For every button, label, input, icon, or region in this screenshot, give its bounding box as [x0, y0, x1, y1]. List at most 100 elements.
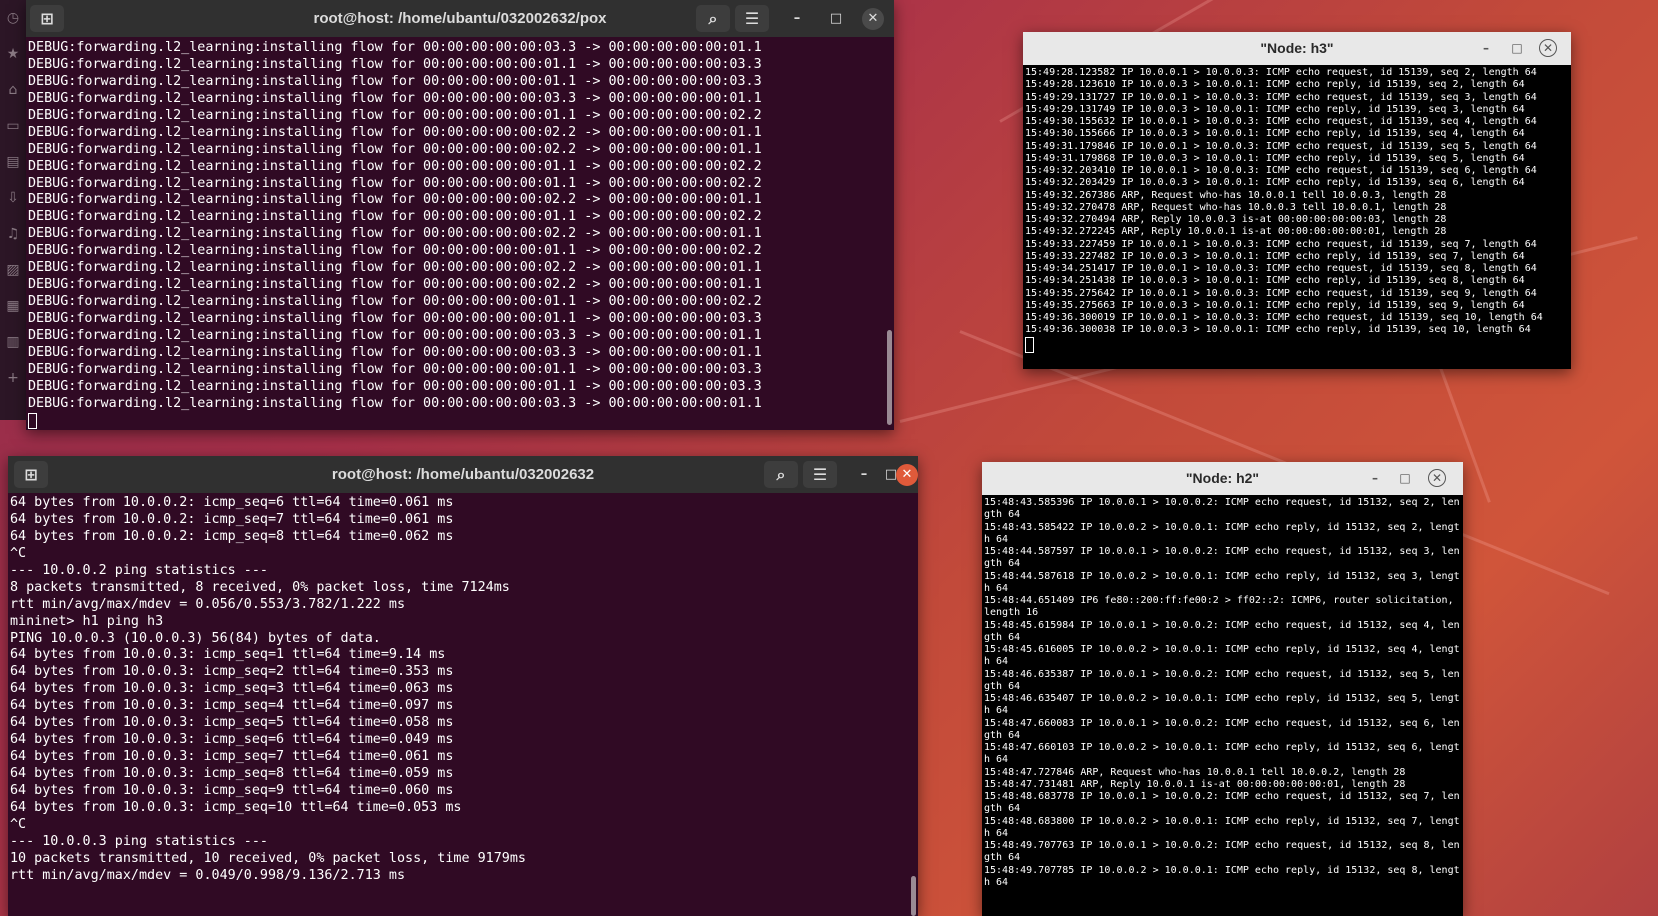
- terminal-line: 15:48:47.660103 IP 10.0.0.2 > 10.0.0.1: …: [984, 742, 1460, 766]
- terminal-line: 15:48:49.707763 IP 10.0.0.1 > 10.0.0.2: …: [984, 840, 1460, 864]
- terminal-line: DEBUG:forwarding.l2_learning:installing …: [28, 124, 762, 140]
- menu-button[interactable]: ☰: [803, 461, 837, 488]
- hamburger-icon: ☰: [744, 9, 760, 28]
- terminal-line: DEBUG:forwarding.l2_learning:installing …: [28, 90, 762, 106]
- terminal-line: 64 bytes from 10.0.0.3: icmp_seq=8 ttl=6…: [10, 766, 454, 781]
- terminal-line: 15:49:34.251438 IP 10.0.0.3 > 10.0.0.1: …: [1025, 275, 1525, 287]
- terminal-line: 64 bytes from 10.0.0.3: icmp_seq=5 ttl=6…: [10, 715, 454, 731]
- terminal-output[interactable]: DEBUG:forwarding.l2_learning:installing …: [26, 37, 894, 430]
- terminal-line: 64 bytes from 10.0.0.3: icmp_seq=1 ttl=6…: [10, 647, 446, 663]
- trash-icon[interactable]: ▥: [0, 324, 26, 360]
- search-button[interactable]: ⌕: [764, 461, 798, 488]
- terminal-line: 64 bytes from 10.0.0.3: icmp_seq=10 ttl=…: [10, 799, 462, 815]
- window-title: "Node: h2": [1185, 470, 1260, 486]
- download-icon[interactable]: ⇩: [0, 180, 26, 216]
- terminal-line: 15:49:30.155632 IP 10.0.0.1 > 10.0.0.3: …: [1025, 116, 1537, 127]
- terminal-line: 15:49:33.227482 IP 10.0.0.3 > 10.0.0.1: …: [1025, 250, 1525, 262]
- new-tab-button[interactable]: ⊞: [14, 461, 48, 488]
- terminal-output[interactable]: 15:49:28.123582 IP 10.0.0.1 > 10.0.0.3: …: [1023, 65, 1571, 369]
- terminal-line: 15:48:48.683800 IP 10.0.0.2 > 10.0.0.1: …: [984, 815, 1460, 839]
- terminal-line: 64 bytes from 10.0.0.3: icmp_seq=3 ttl=6…: [10, 681, 454, 697]
- terminal-output[interactable]: 64 bytes from 10.0.0.2: icmp_seq=6 ttl=6…: [8, 493, 918, 916]
- h2-titlebar[interactable]: "Node: h2" – □ ✕: [982, 462, 1463, 495]
- terminal-line: 15:48:49.707785 IP 10.0.0.2 > 10.0.0.1: …: [984, 864, 1460, 888]
- terminal-line: 15:49:34.251417 IP 10.0.0.1 > 10.0.0.3: …: [1025, 263, 1537, 274]
- close-button[interactable]: ✕: [1539, 39, 1557, 57]
- terminal-line: DEBUG:forwarding.l2_learning:installing …: [28, 158, 762, 174]
- terminal-line: DEBUG:forwarding.l2_learning:installing …: [28, 141, 762, 157]
- terminal-line: DEBUG:forwarding.l2_learning:installing …: [28, 344, 762, 360]
- close-button[interactable]: ✕: [862, 8, 884, 30]
- pox-titlebar[interactable]: ⊞ root@host: /home/ubantu/032002632/pox …: [26, 0, 894, 37]
- cursor-line: [28, 412, 894, 430]
- terminal-line: ^C: [10, 545, 27, 561]
- terminal-line: 64 bytes from 10.0.0.2: icmp_seq=8 ttl=6…: [10, 528, 454, 544]
- minimize-button[interactable]: –: [786, 8, 808, 30]
- terminal-line: 10 packets transmitted, 10 received, 0% …: [10, 850, 526, 866]
- close-button[interactable]: ✕: [1428, 469, 1446, 487]
- terminal-line: 15:49:32.272245 ARP, Reply 10.0.0.1 is-a…: [1025, 226, 1447, 238]
- minimize-button[interactable]: –: [1366, 469, 1384, 487]
- terminal-line: 15:49:28.123610 IP 10.0.0.3 > 10.0.0.1: …: [1025, 79, 1525, 91]
- maximize-button[interactable]: □: [1396, 469, 1414, 487]
- text-cursor: [28, 412, 37, 429]
- minimize-button[interactable]: –: [1477, 39, 1495, 57]
- terminal-line: 15:49:35.275663 IP 10.0.0.3 > 10.0.0.1: …: [1025, 299, 1525, 311]
- pox-terminal-window: ⊞ root@host: /home/ubantu/032002632/pox …: [26, 0, 894, 430]
- maximize-button[interactable]: □: [1508, 39, 1526, 57]
- terminal-line: 15:49:28.123582 IP 10.0.0.1 > 10.0.0.3: …: [1025, 67, 1537, 78]
- terminal-line: 15:48:45.615984 IP 10.0.0.1 > 10.0.0.2: …: [984, 619, 1460, 643]
- terminal-line: DEBUG:forwarding.l2_learning:installing …: [28, 56, 762, 72]
- sidebar-icon[interactable]: ▭: [0, 108, 26, 144]
- terminal-line: DEBUG:forwarding.l2_learning:installing …: [28, 73, 762, 89]
- plus-icon[interactable]: +: [0, 360, 26, 396]
- maximize-button[interactable]: □: [825, 8, 847, 30]
- terminal-line: 15:48:44.587597 IP 10.0.0.1 > 10.0.0.2: …: [984, 546, 1460, 570]
- terminal-line: 15:48:43.585422 IP 10.0.0.2 > 10.0.0.1: …: [984, 521, 1460, 545]
- terminal-line: DEBUG:forwarding.l2_learning:installing …: [28, 361, 762, 377]
- search-button[interactable]: ⌕: [696, 5, 730, 32]
- hamburger-icon: ☰: [812, 465, 828, 484]
- new-tab-button[interactable]: ⊞: [30, 5, 64, 32]
- terminal-line: 15:49:32.203429 IP 10.0.0.3 > 10.0.0.1: …: [1025, 177, 1525, 189]
- terminal-line: DEBUG:forwarding.l2_learning:installing …: [28, 327, 762, 343]
- terminal-line: 15:48:46.635387 IP 10.0.0.1 > 10.0.0.2: …: [984, 668, 1460, 692]
- music-icon[interactable]: ♫: [0, 216, 26, 252]
- video-icon[interactable]: ▦: [0, 288, 26, 324]
- terminal-line: 64 bytes from 10.0.0.2: icmp_seq=6 ttl=6…: [10, 495, 454, 510]
- terminal-line: 15:49:33.227459 IP 10.0.0.1 > 10.0.0.3: …: [1025, 238, 1537, 250]
- terminal-line: DEBUG:forwarding.l2_learning:installing …: [28, 209, 762, 225]
- terminal-line: rtt min/avg/max/mdev = 0.049/0.998/9.136…: [10, 867, 406, 883]
- cursor-line: [1025, 336, 1571, 353]
- terminal-output[interactable]: 15:48:43.585396 IP 10.0.0.1 > 10.0.0.2: …: [982, 495, 1463, 916]
- text-cursor: [1025, 336, 1034, 353]
- terminal-line: DEBUG:forwarding.l2_learning:installing …: [28, 311, 762, 326]
- terminal-line: DEBUG:forwarding.l2_learning:installing …: [28, 260, 762, 276]
- scrollbar[interactable]: [887, 330, 892, 425]
- close-button[interactable]: ✕: [896, 464, 918, 486]
- terminal-line: 15:49:36.300038 IP 10.0.0.3 > 10.0.0.1: …: [1025, 324, 1531, 336]
- terminal-line: DEBUG:forwarding.l2_learning:installing …: [28, 277, 762, 293]
- mininet-titlebar[interactable]: ⊞ root@host: /home/ubantu/032002632 ⌕ ☰ …: [8, 456, 918, 493]
- dock: ◷ ★ ⌂ ▭ ▤ ⇩ ♫ ▨ ▦ ▥ +: [0, 0, 26, 420]
- terminal-line: 15:49:32.270478 ARP, Request who-has 10.…: [1025, 201, 1447, 213]
- terminal-line: 15:48:47.660083 IP 10.0.0.1 > 10.0.0.2: …: [984, 717, 1460, 741]
- minimize-button[interactable]: –: [853, 464, 875, 486]
- terminal-line: 15:49:30.155666 IP 10.0.0.3 > 10.0.0.1: …: [1025, 128, 1525, 140]
- terminal-line: DEBUG:forwarding.l2_learning:installing …: [28, 192, 762, 208]
- terminal-line: 15:49:31.179846 IP 10.0.0.1 > 10.0.0.3: …: [1025, 140, 1537, 152]
- image-icon[interactable]: ▨: [0, 252, 26, 288]
- menu-button[interactable]: ☰: [735, 5, 769, 32]
- scrollbar[interactable]: [911, 876, 916, 916]
- clock-icon[interactable]: ◷: [0, 0, 26, 36]
- terminal-line: mininet> h1 ping h3: [10, 613, 164, 629]
- terminal-line: 15:49:31.179868 IP 10.0.0.3 > 10.0.0.1: …: [1025, 152, 1525, 164]
- h3-titlebar[interactable]: "Node: h3" – □ ✕: [1023, 32, 1571, 65]
- terminal-line: 15:48:43.585396 IP 10.0.0.1 > 10.0.0.2: …: [984, 497, 1460, 521]
- terminal-line: rtt min/avg/max/mdev = 0.056/0.553/3.782…: [10, 596, 406, 612]
- home-icon[interactable]: ⌂: [0, 72, 26, 108]
- document-icon[interactable]: ▤: [0, 144, 26, 180]
- terminal-line: PING 10.0.0.3 (10.0.0.3) 56(84) bytes of…: [10, 630, 381, 646]
- star-icon[interactable]: ★: [0, 36, 26, 72]
- terminal-line: DEBUG:forwarding.l2_learning:installing …: [28, 243, 762, 259]
